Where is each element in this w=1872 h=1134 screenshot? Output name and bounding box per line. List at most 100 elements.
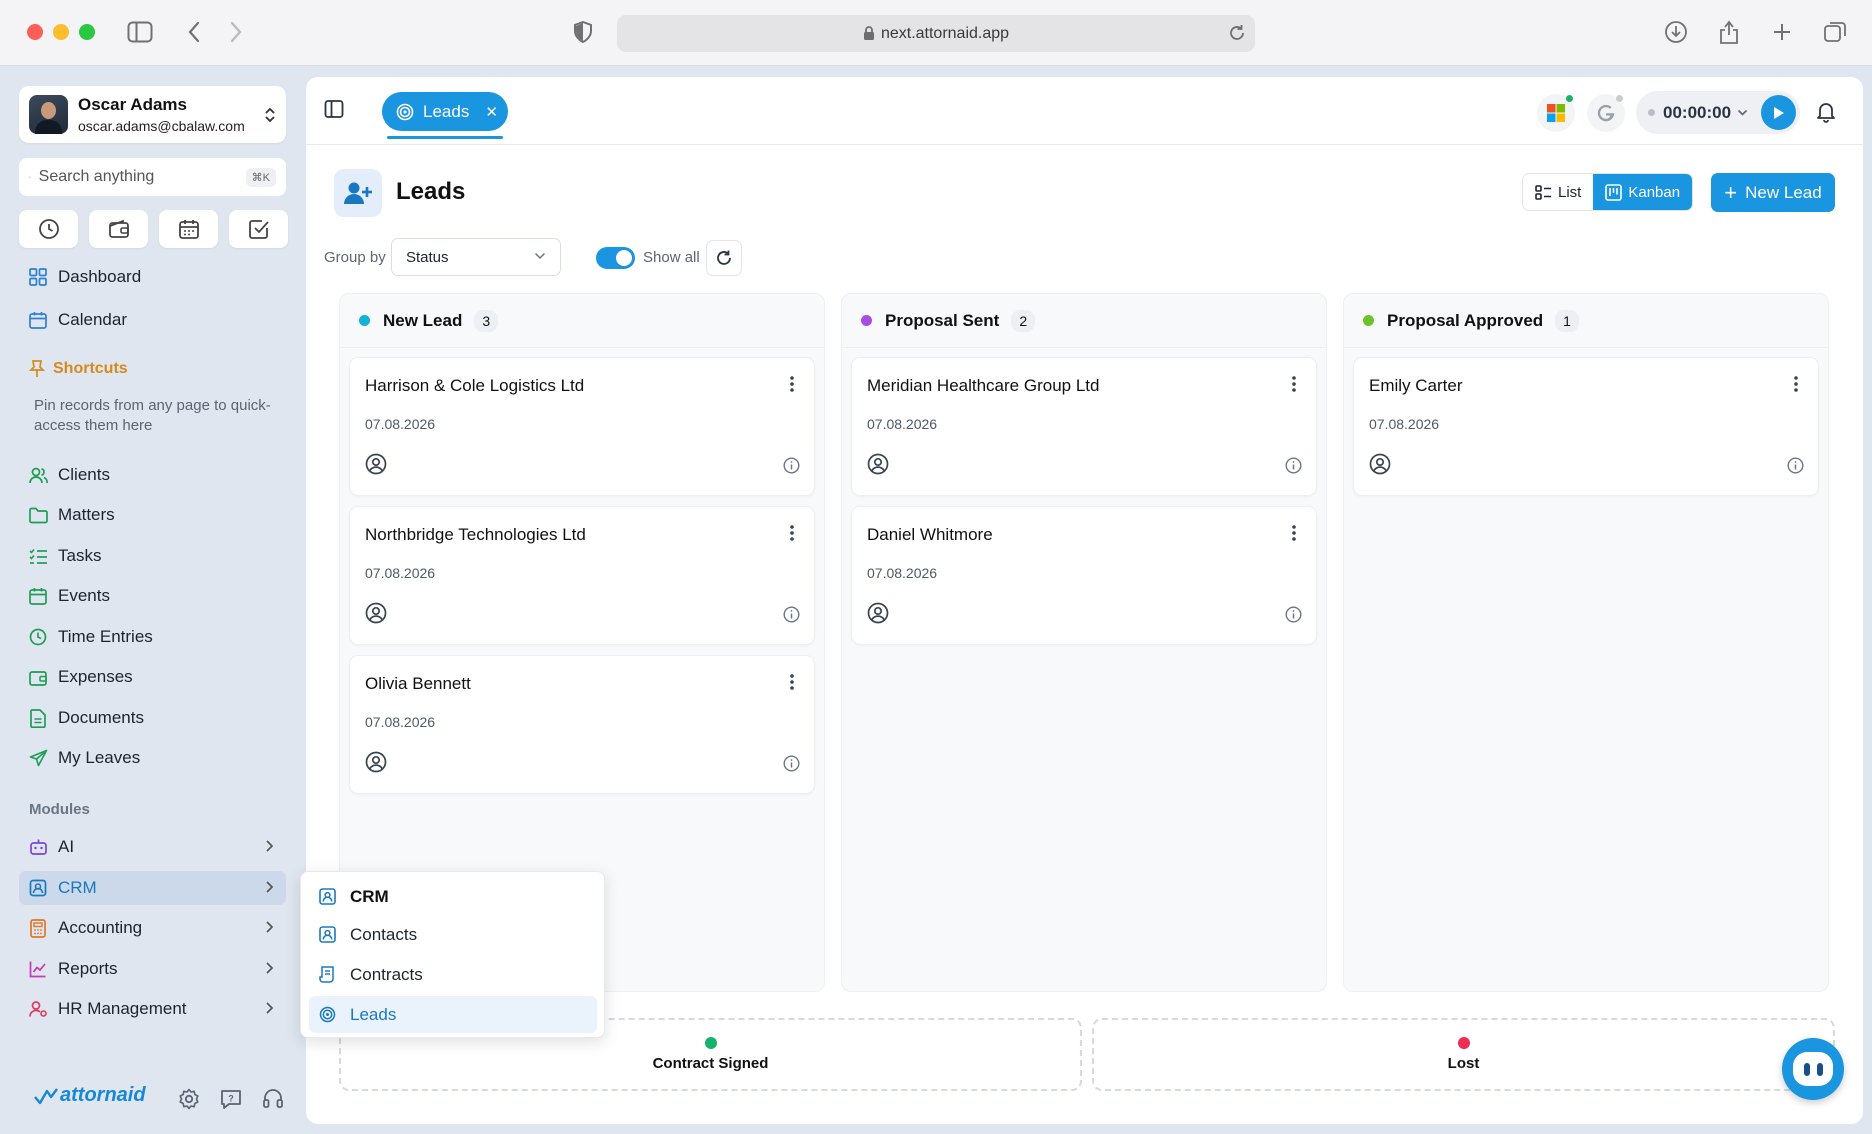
microsoft-integration-button[interactable] (1537, 94, 1575, 132)
connected-badge (1566, 95, 1573, 102)
reload-icon[interactable] (1227, 23, 1247, 43)
sidebar-item-expenses[interactable]: Expenses (19, 660, 286, 694)
lead-date: 07.08.2026 (867, 565, 938, 581)
more-options-icon[interactable] (790, 376, 794, 392)
chevron-down-icon[interactable] (1737, 109, 1748, 117)
sidebar-item-calendar[interactable]: Calendar (19, 303, 286, 337)
back-icon[interactable] (178, 16, 210, 48)
zoom-window-button[interactable] (79, 24, 95, 40)
lead-name: Daniel Whitmore (867, 525, 993, 544)
more-options-icon[interactable] (1794, 376, 1798, 392)
settings-gear-icon[interactable] (178, 1088, 200, 1110)
contact-card-icon (319, 888, 339, 905)
info-icon[interactable] (783, 606, 800, 623)
info-icon[interactable] (1787, 457, 1804, 474)
submenu-item-contracts[interactable]: Contracts (309, 956, 597, 993)
more-options-icon[interactable] (1292, 525, 1296, 541)
sidebar-item-crm[interactable]: CRM (19, 871, 286, 905)
pin-icon (29, 360, 45, 377)
shield-icon[interactable] (567, 16, 599, 48)
lead-card[interactable]: Northbridge Technologies Ltd 07.08.2026 (349, 506, 815, 645)
submenu-item-leads[interactable]: Leads (309, 996, 597, 1033)
tab-leads[interactable]: Leads ✕ (382, 92, 508, 131)
new-tab-icon[interactable] (1766, 16, 1798, 48)
lead-card[interactable]: Olivia Bennett 07.08.2026 (349, 655, 815, 794)
address-bar[interactable]: next.attornaid.app (617, 15, 1255, 52)
minimize-window-button[interactable] (53, 24, 69, 40)
drop-zone-label: Contract Signed (652, 1055, 769, 1072)
assignee-avatar-icon[interactable] (365, 453, 387, 475)
user-switcher[interactable]: Oscar Adams oscar.adams@cbalaw.com (19, 86, 286, 143)
help-chat-icon[interactable]: ? (220, 1088, 242, 1110)
brand-logo[interactable]: attornaid (34, 1084, 146, 1107)
calendar-icon (178, 220, 199, 239)
sidebar-item-label: CRM (58, 878, 97, 897)
share-icon[interactable] (1713, 16, 1745, 48)
assignee-avatar-icon[interactable] (867, 602, 889, 624)
time-tracker[interactable]: 00:00:00 (1636, 91, 1800, 134)
forward-icon[interactable] (220, 16, 252, 48)
sidebar-item-accounting[interactable]: Accounting (19, 911, 286, 945)
quick-time-button[interactable] (19, 210, 78, 248)
search-box[interactable]: ⌘K (19, 158, 286, 196)
sidebar-item-documents[interactable]: Documents (19, 701, 286, 735)
close-tab-icon[interactable]: ✕ (485, 103, 498, 121)
show-all-toggle[interactable] (596, 247, 635, 269)
more-options-icon[interactable] (790, 674, 794, 690)
attornaid-logo-icon (34, 1087, 58, 1104)
download-icon[interactable] (1660, 16, 1692, 48)
sidebar-item-ai[interactable]: AI (19, 830, 286, 864)
drop-zone-lost[interactable]: Lost (1092, 1018, 1835, 1091)
more-options-icon[interactable] (1292, 376, 1296, 392)
info-icon[interactable] (1285, 457, 1302, 474)
scroll-document-icon (319, 966, 339, 983)
sidebar-item-dashboard[interactable]: Dashboard (19, 260, 286, 294)
more-options-icon[interactable] (790, 525, 794, 541)
quick-expense-button[interactable] (89, 210, 148, 248)
tab-overview-icon[interactable] (1819, 16, 1851, 48)
sidebar-item-my-leaves[interactable]: My Leaves (19, 741, 286, 775)
assignee-avatar-icon[interactable] (365, 602, 387, 624)
group-by-label: Group by (324, 249, 386, 266)
info-icon[interactable] (1285, 606, 1302, 623)
sidebar-item-tasks[interactable]: Tasks (19, 539, 286, 573)
assignee-avatar-icon[interactable] (365, 751, 387, 773)
panel-toggle-icon[interactable] (324, 99, 344, 119)
search-input[interactable] (38, 168, 246, 186)
footer-actions: ? (178, 1088, 284, 1110)
google-integration-button[interactable] (1587, 94, 1625, 132)
modules-heading: Modules (29, 801, 90, 818)
sidebar-item-reports[interactable]: Reports (19, 952, 286, 986)
submenu-item-crm[interactable]: CRM (309, 878, 597, 915)
start-timer-button[interactable] (1761, 95, 1796, 130)
sidebar-item-matters[interactable]: Matters (19, 498, 286, 532)
info-icon[interactable] (783, 457, 800, 474)
submenu-item-contacts[interactable]: Contacts (309, 916, 597, 953)
new-lead-button[interactable]: + New Lead (1711, 173, 1835, 212)
assignee-avatar-icon[interactable] (1369, 453, 1391, 475)
quick-event-button[interactable] (159, 210, 218, 248)
sidebar-item-hr-management[interactable]: HR Management (19, 992, 286, 1026)
column-count-badge: 3 (474, 309, 499, 332)
refresh-button[interactable] (706, 240, 742, 276)
quick-task-button[interactable] (229, 210, 288, 248)
close-window-button[interactable] (27, 24, 43, 40)
sidebar-toggle-icon[interactable] (124, 16, 156, 48)
sidebar-item-events[interactable]: Events (19, 579, 286, 613)
lead-card[interactable]: Harrison & Cole Logistics Ltd 07.08.2026 (349, 357, 815, 496)
lead-card[interactable]: Daniel Whitmore 07.08.2026 (851, 506, 1317, 645)
support-chat-button[interactable] (1782, 1038, 1844, 1100)
info-icon[interactable] (783, 755, 800, 772)
lead-card[interactable]: Meridian Healthcare Group Ltd 07.08.2026 (851, 357, 1317, 496)
sidebar-item-time-entries[interactable]: Time Entries (19, 620, 286, 654)
leads-page-icon (334, 169, 382, 217)
kanban-view-button[interactable]: Kanban (1593, 174, 1693, 210)
lead-card[interactable]: Emily Carter 07.08.2026 (1353, 357, 1819, 496)
lock-icon (863, 26, 874, 40)
list-view-button[interactable]: List (1523, 174, 1593, 210)
sidebar-item-clients[interactable]: Clients (19, 458, 286, 492)
assignee-avatar-icon[interactable] (867, 453, 889, 475)
notifications-bell-icon[interactable] (1816, 101, 1836, 123)
headset-icon[interactable] (262, 1088, 284, 1110)
group-by-select[interactable]: Status (391, 238, 561, 276)
